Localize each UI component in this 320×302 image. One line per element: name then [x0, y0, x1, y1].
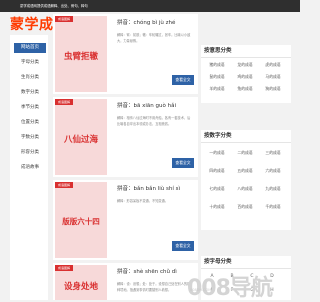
top-bar-text: 蒙学成语网提供成语解释、出处、例句、释句	[20, 4, 88, 8]
category-link[interactable]: 兔的成语	[234, 86, 256, 92]
category-link[interactable]: 猪的成语	[206, 62, 228, 68]
category-link[interactable]: 马的成语	[262, 74, 284, 80]
category-link[interactable]: 百的成语	[234, 204, 256, 210]
idiom-thumbnail[interactable]: 成语图解 版版六十四	[55, 182, 107, 258]
idiom-thumbnail[interactable]: 成语图解 设身处地	[55, 265, 107, 300]
category-link[interactable]: 一的成语	[206, 150, 228, 156]
idiom-description: 解释：相传八仙过海时不用舟船，各有一套技术，后比喻各自拿出本领或办法，互相竞赛。	[117, 116, 191, 126]
thumbnail-title: 八仙过海	[63, 135, 98, 145]
category-link[interactable]: 鸡的成语	[234, 74, 256, 80]
thumbnail-title: 虫臂拒辙	[63, 52, 98, 62]
thumbnail-tag: 成语图解	[55, 265, 73, 271]
sidebar-item-home[interactable]: 网站首页	[14, 43, 46, 53]
idiom-thumbnail[interactable]: 成语图解 八仙过海	[55, 99, 107, 175]
sidebar-item-letter[interactable]: 字母分类	[14, 58, 46, 68]
category-panel-meaning: 按意思分类 猪的成语 龙的成语 虎的成语 鼠的成语 鸡的成语 马的成语 羊的成语…	[201, 45, 291, 103]
watermark: 008导航	[187, 276, 273, 301]
category-link[interactable]: 八的成语	[234, 186, 256, 192]
idiom-pinyin: 拼音：chóng bì jù zhé	[117, 20, 176, 26]
thumbnail-tag: 成语图解	[55, 99, 73, 105]
idiom-pinyin: 拼音：bǎn bǎn liù shí sì	[117, 186, 181, 192]
category-link[interactable]: 九的成语	[262, 186, 284, 192]
sidebar-item-describe[interactable]: 形容分类	[14, 148, 46, 158]
top-bar: 蒙学成语网提供成语解释、出处、例句、释句	[0, 0, 300, 12]
category-link[interactable]: 虎的成语	[262, 62, 284, 68]
view-full-button[interactable]: 查看全文	[172, 75, 194, 85]
category-link[interactable]: 狗的成语	[262, 86, 284, 92]
sidebar-item-season[interactable]: 季节分类	[14, 103, 46, 113]
category-link[interactable]: 羊的成语	[206, 86, 228, 92]
sidebar-item-position[interactable]: 位置分类	[14, 118, 46, 128]
view-full-button[interactable]: 查看全文	[172, 158, 194, 168]
idiom-description: 解释：形容呆板不变通，不知变通。	[117, 199, 168, 203]
sidebar: 网站首页 字母分类 生肖分类 数字分类 季节分类 位置分类 字数分类 形容分类 …	[10, 35, 48, 300]
thumbnail-tag: 成语图解	[55, 182, 73, 188]
idiom-card: 成语图解 虫臂拒辙 拼音：chóng bì jù zhé 解释：臂：前肢；辙：车…	[53, 14, 198, 94]
idiom-description: 解释：臂：前肢；辙：车轮碾过，张车。比喻以小敌大，力量悬殊。	[117, 33, 191, 43]
category-link[interactable]: 十的成语	[206, 204, 228, 210]
category-link[interactable]: 二的成语	[234, 150, 256, 156]
panel-title: 按意思分类	[201, 45, 291, 58]
category-link[interactable]: 千的成语	[262, 204, 284, 210]
category-link[interactable]: 六的成语	[262, 168, 284, 174]
idiom-pinyin: 拼音：shè shēn chǔ dì	[117, 269, 177, 275]
category-link[interactable]: 五的成语	[234, 168, 256, 174]
idiom-pinyin: 拼音：bā xiān guò hǎi	[117, 103, 176, 109]
panel-title: 按数字分类	[201, 130, 291, 143]
watermark-sub: 008DH.COM	[190, 288, 212, 292]
idiom-card: 成语图解 设身处地 拼音：shè shēn chǔ dì 解释：设：设想；处：处…	[53, 263, 198, 300]
idiom-card: 成语图解 版版六十四 拼音：bǎn bǎn liù shí sì 解释：形容呆板…	[53, 180, 198, 260]
category-link[interactable]: 三的成语	[262, 150, 284, 156]
idiom-description: 解释：设：设想；处：处于。设想自己处在别人的那种境地。指遇到事情时要替别人着想。	[117, 282, 191, 292]
view-full-button[interactable]: 查看全文	[172, 241, 194, 251]
category-link[interactable]: 四的成语	[206, 168, 228, 174]
sidebar-item-number[interactable]: 数字分类	[14, 88, 46, 98]
category-link[interactable]: 鼠的成语	[206, 74, 228, 80]
sidebar-item-stories[interactable]: 成语故事	[14, 163, 46, 173]
panel-title: 按字母分类	[201, 256, 291, 269]
thumbnail-title: 设身处地	[63, 282, 98, 292]
idiom-card: 成语图解 八仙过海 拼音：bā xiān guò hǎi 解释：相传八仙过海时不…	[53, 97, 198, 177]
thumbnail-title: 版版六十四	[62, 217, 100, 226]
sidebar-item-word-count[interactable]: 字数分类	[14, 133, 46, 143]
category-link[interactable]: 龙的成语	[234, 62, 256, 68]
idiom-thumbnail[interactable]: 成语图解 虫臂拒辙	[55, 16, 107, 92]
sidebar-item-zodiac[interactable]: 生肖分类	[14, 73, 46, 83]
category-panel-number: 按数字分类 一的成语 二的成语 三的成语 四的成语 五的成语 六的成语 七的成语…	[201, 130, 291, 230]
thumbnail-tag: 成语图解	[55, 16, 73, 22]
category-link[interactable]: 七的成语	[206, 186, 228, 192]
